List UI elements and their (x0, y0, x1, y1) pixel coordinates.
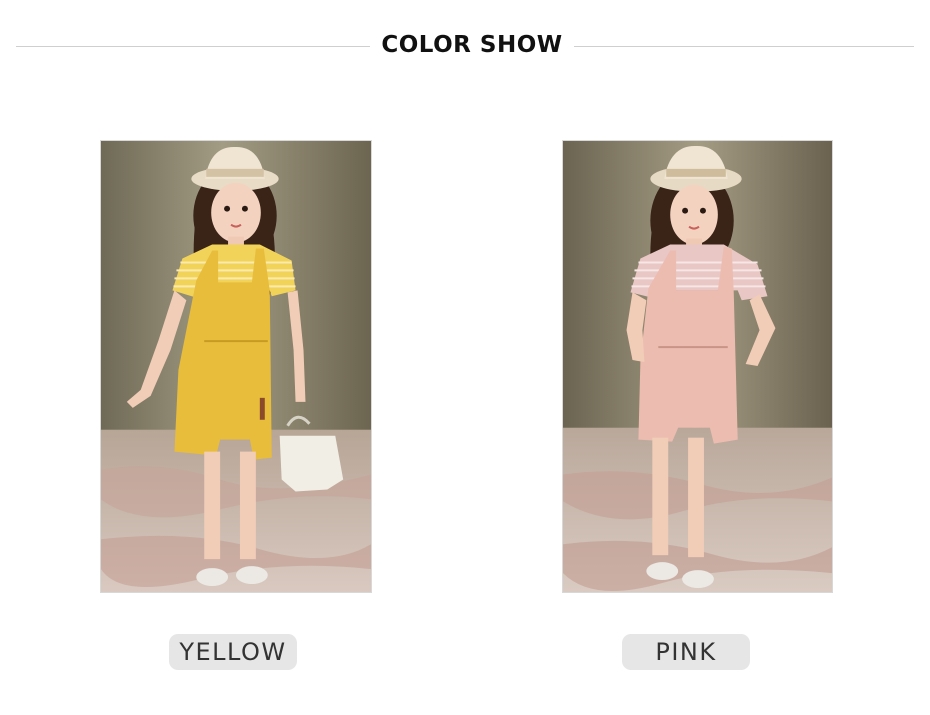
photo-pink-illustration (563, 141, 832, 592)
divider-left (16, 46, 370, 47)
photo-yellow-illustration (101, 141, 371, 592)
product-photo-pink[interactable] (562, 140, 833, 593)
section-title: COLOR SHOW (381, 32, 563, 58)
divider-right (574, 46, 914, 47)
product-photo-yellow[interactable] (100, 140, 372, 593)
section-header: COLOR SHOW (0, 28, 930, 68)
variant-label-yellow[interactable]: YELLOW (169, 634, 297, 670)
variant-label-pink[interactable]: PINK (622, 634, 750, 670)
